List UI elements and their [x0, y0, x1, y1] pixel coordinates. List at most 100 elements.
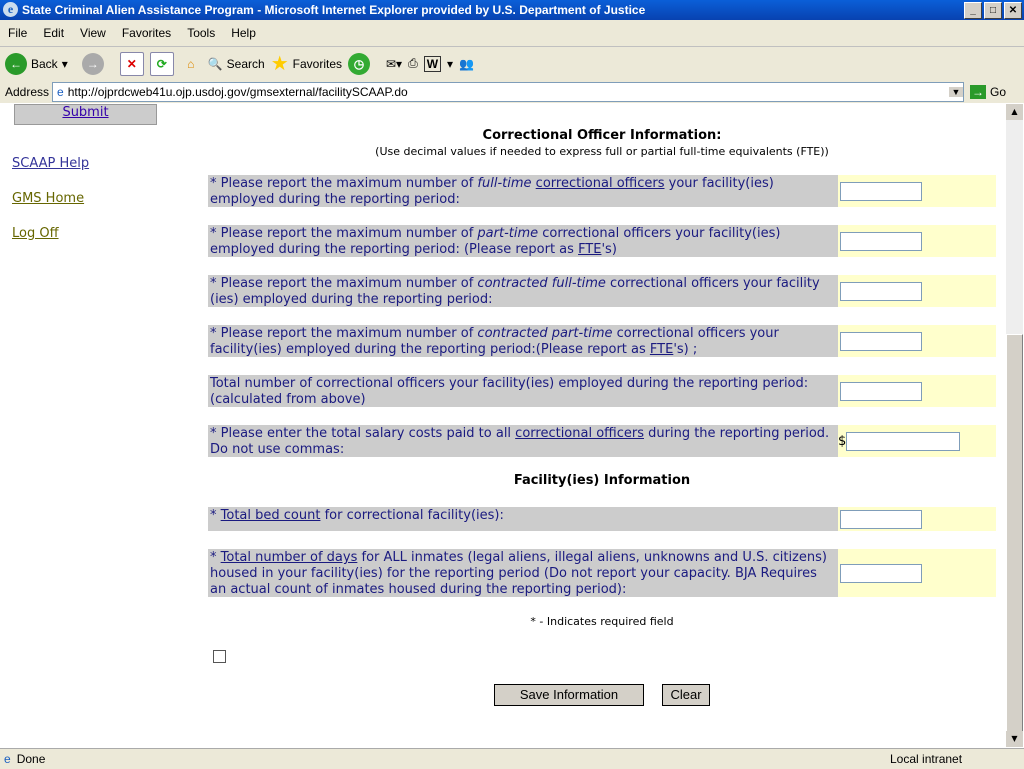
messenger-icon[interactable]: 👥	[459, 57, 474, 71]
forward-button[interactable]: →	[81, 52, 104, 75]
form-row: * Total number of days for ALL inmates (…	[208, 549, 996, 597]
refresh-icon[interactable]: ⟳	[149, 51, 174, 76]
search-button[interactable]: 🔍 Search	[208, 57, 265, 71]
input-cell	[838, 507, 996, 531]
checkbox[interactable]	[213, 650, 226, 663]
required-note: * - Indicates required field	[530, 615, 674, 628]
label-text: *	[210, 550, 221, 565]
section-title-facility: Facility(ies) Information	[513, 473, 691, 488]
home-icon[interactable]: ⌂	[180, 53, 202, 75]
search-icon: 🔍	[207, 56, 223, 71]
help-link[interactable]: correctional officers	[515, 426, 644, 441]
number-input[interactable]	[840, 231, 922, 251]
menu-tools[interactable]: Tools	[187, 26, 215, 40]
number-input[interactable]	[840, 331, 922, 351]
number-input[interactable]	[840, 181, 922, 201]
menu-bar: File Edit View Favorites Tools Help	[0, 20, 1024, 47]
label-emphasis: full-time	[477, 176, 532, 191]
input-cell	[838, 549, 996, 597]
favorites-button[interactable]: ★ Favorites	[271, 51, 342, 76]
address-input[interactable]: e http://ojprdcweb41u.ojp.usdoj.gov/gmsex…	[52, 82, 964, 102]
vertical-scrollbar[interactable]: ▲ ▼	[1006, 104, 1023, 747]
label-emphasis: part-time	[477, 226, 539, 241]
submit-button[interactable]: Submit	[14, 104, 157, 125]
scaap-help-link[interactable]: SCAAP Help	[12, 156, 89, 171]
mail-icon[interactable]: ✉▾	[386, 57, 402, 71]
title-bar: e State Criminal Alien Assistance Progra…	[0, 0, 1024, 20]
save-information-button[interactable]: Save Information	[494, 684, 644, 706]
help-link[interactable]: Total bed count	[221, 508, 321, 523]
status-bar: e Done Local intranet	[0, 748, 1024, 769]
field-label: * Total bed count for correctional facil…	[208, 507, 838, 531]
number-input[interactable]	[840, 509, 922, 529]
address-bar: Address e http://ojprdcweb41u.ojp.usdoj.g…	[0, 80, 1024, 103]
field-label: * Please report the maximum number of co…	[208, 325, 838, 357]
search-label: Search	[226, 56, 265, 71]
help-link[interactable]: correctional officers	[536, 176, 665, 191]
menu-edit[interactable]: Edit	[43, 26, 64, 40]
field-label: * Please report the maximum number of fu…	[208, 175, 838, 207]
input-cell: $	[838, 425, 996, 457]
history-icon[interactable]: ◷	[348, 52, 370, 75]
number-input[interactable]	[846, 431, 961, 451]
label-emphasis: contracted part-time	[477, 326, 613, 341]
menu-file[interactable]: File	[8, 26, 27, 40]
input-cell	[838, 325, 996, 357]
go-button[interactable]: → Go	[970, 84, 1006, 99]
field-label: * Total number of days for ALL inmates (…	[208, 549, 838, 597]
ie-icon: e	[3, 2, 18, 17]
form-row: * Please enter the total salary costs pa…	[208, 425, 996, 457]
log-off-link[interactable]: Log Off	[12, 226, 59, 241]
address-dropdown[interactable]: ▼	[949, 87, 963, 97]
back-button[interactable]: ← Back ▾	[5, 52, 68, 75]
close-button[interactable]: ✕	[1004, 2, 1022, 19]
label-text: 's)	[601, 242, 617, 257]
print-icon[interactable]: ⎙	[408, 56, 418, 71]
label-text: for correctional facility(ies):	[320, 508, 504, 523]
toolbar: ← Back ▾ → ✕ ⟳ ⌂ 🔍 Search ★ Favorites ◷ ✉▾ …	[0, 47, 1024, 80]
go-arrow-icon: →	[970, 84, 986, 99]
form-row: Total number of correctional officers yo…	[208, 375, 996, 407]
maximize-button[interactable]: □	[984, 2, 1002, 19]
label-text: 's) ;	[673, 342, 698, 357]
help-link[interactable]: FTE	[578, 242, 601, 257]
section-note: (Use decimal values if needed to express…	[375, 145, 829, 158]
help-link[interactable]: Total number of days	[221, 550, 358, 565]
label-text: * Please report the maximum number of	[210, 326, 478, 341]
clear-button[interactable]: Clear	[662, 684, 710, 706]
menu-view[interactable]: View	[80, 26, 106, 40]
form-row: * Please report the maximum number of co…	[208, 275, 996, 307]
help-link[interactable]: FTE	[650, 342, 673, 357]
form-row: * Please report the maximum number of co…	[208, 325, 996, 357]
menu-favorites[interactable]: Favorites	[122, 26, 171, 40]
label-emphasis: contracted full-time	[477, 276, 606, 291]
gms-home-link[interactable]: GMS Home	[12, 191, 84, 206]
scroll-down-button[interactable]: ▼	[1006, 731, 1023, 747]
form-row: * Please report the maximum number of pa…	[208, 225, 996, 257]
scroll-thumb[interactable]	[1006, 334, 1023, 734]
address-url: http://ojprdcweb41u.ojp.usdoj.gov/gmsext…	[67, 85, 408, 99]
back-arrow-icon: ←	[5, 52, 27, 75]
label-text: *	[210, 508, 221, 523]
field-label: * Please report the maximum number of pa…	[208, 225, 838, 257]
status-text: Done	[16, 752, 46, 766]
page-content: Submit SCAAP Help GMS Home Log Off Corre…	[0, 104, 1006, 747]
field-label: * Please report the maximum number of co…	[208, 275, 838, 307]
form-row: * Total bed count for correctional facil…	[208, 507, 996, 531]
back-label: Back	[31, 56, 58, 71]
minimize-button[interactable]: _	[964, 2, 982, 19]
label-text: Total number of correctional officers yo…	[210, 376, 809, 407]
stop-icon[interactable]: ✕	[119, 51, 144, 76]
menu-help[interactable]: Help	[231, 26, 256, 40]
number-input[interactable]	[840, 563, 922, 583]
label-text: * Please report the maximum number of	[210, 176, 478, 191]
word-icon[interactable]: W	[423, 55, 442, 72]
label-text: * Please report the maximum number of	[210, 226, 478, 241]
number-input[interactable]	[840, 381, 922, 401]
input-cell	[838, 375, 996, 407]
label-text: * Please enter the total salary costs pa…	[210, 426, 516, 441]
scroll-up-button[interactable]: ▲	[1006, 104, 1023, 120]
input-cell	[838, 275, 996, 307]
favorites-label: Favorites	[292, 56, 342, 71]
number-input[interactable]	[840, 281, 922, 301]
